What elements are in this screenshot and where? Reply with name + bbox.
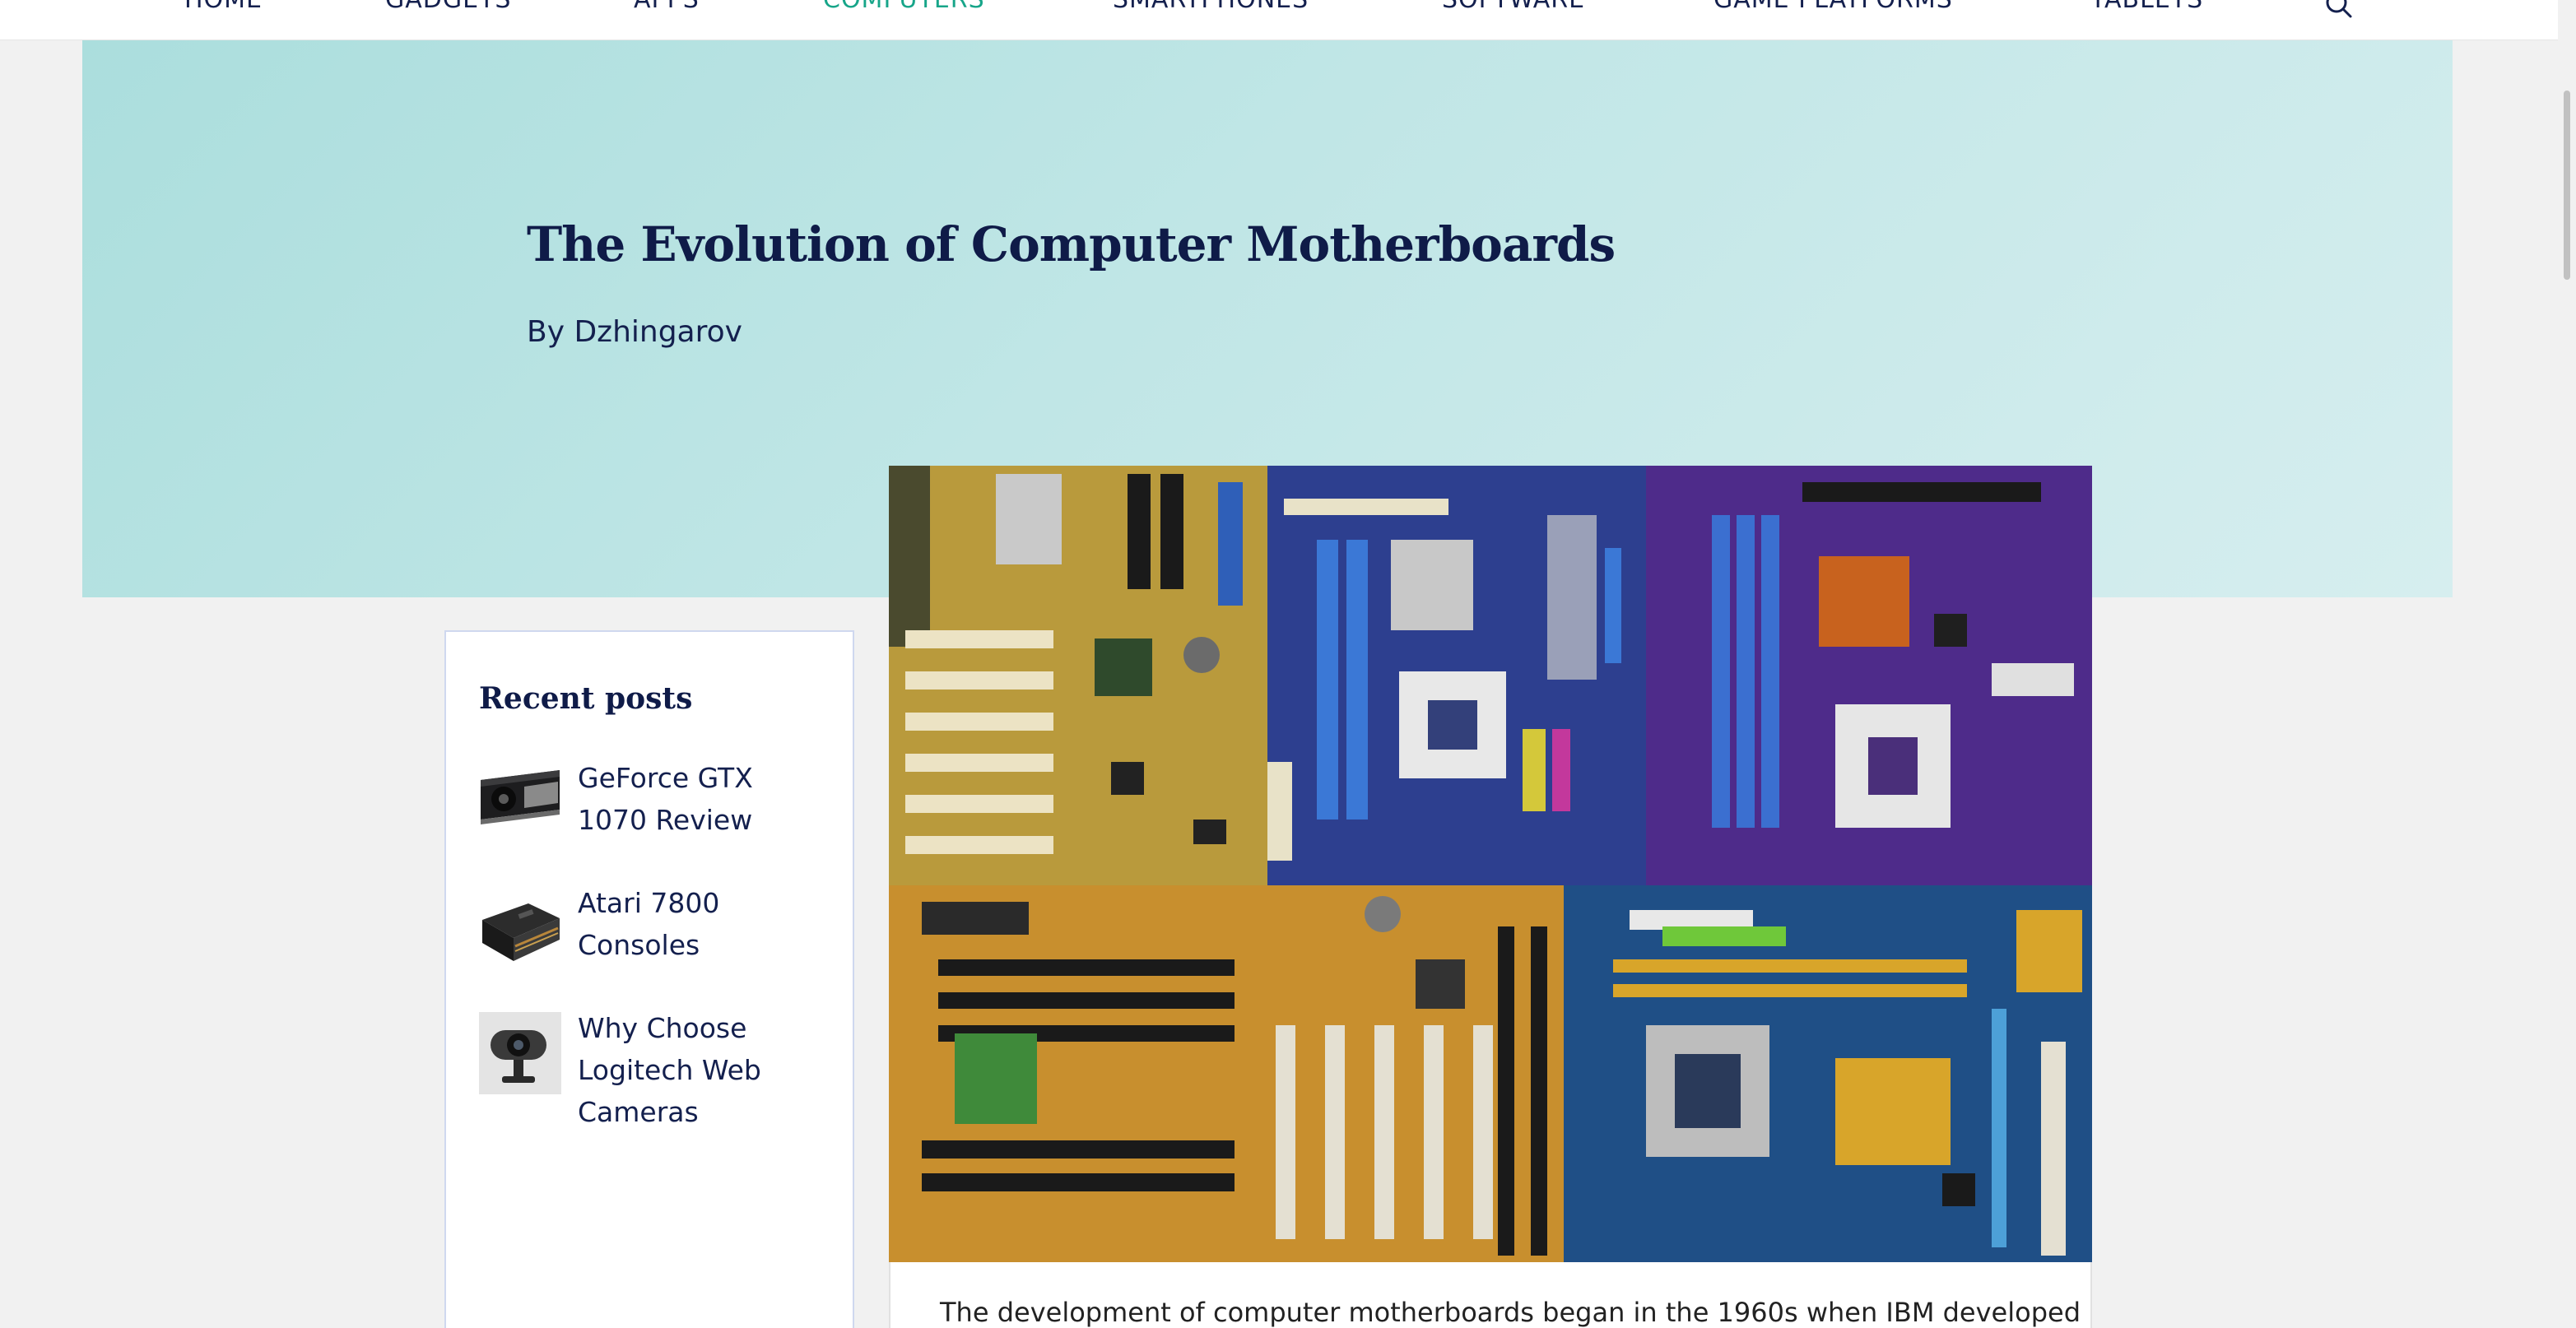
recent-posts-sidebar: Recent posts GeForce GTX 1070 Review Ata…: [444, 630, 854, 1328]
article-body: The development of computer motherboards…: [889, 1262, 2092, 1328]
top-navigation: HOME GADGETS APPS COMPUTERS SMARTPHONES …: [0, 0, 2558, 40]
nav-item-game-platforms[interactable]: GAME PLATFORMS: [1713, 0, 1953, 14]
page-scrollbar[interactable]: [2558, 0, 2576, 1328]
webcam-thumbnail[interactable]: [479, 1012, 561, 1094]
motherboards-collage-image: [889, 466, 2092, 1262]
page: HOME GADGETS APPS COMPUTERS SMARTPHONES …: [0, 0, 2576, 1328]
recent-post-link[interactable]: Atari 7800 Consoles: [578, 882, 825, 966]
recent-post-item[interactable]: Atari 7800 Consoles: [479, 882, 825, 973]
nav-item-gadgets[interactable]: GADGETS: [385, 0, 511, 14]
nav-item-tablets[interactable]: TABLETS: [2090, 0, 2203, 14]
search-icon[interactable]: [2323, 0, 2355, 21]
recent-post-link[interactable]: GeForce GTX 1070 Review: [578, 757, 825, 841]
post-byline: By Dzhingarov: [527, 315, 742, 349]
nav-item-computers[interactable]: COMPUTERS: [823, 0, 985, 14]
sidebar-title: Recent posts: [479, 681, 693, 716]
article-first-line: The development of computer motherboards…: [940, 1297, 2081, 1328]
nav-item-smartphones[interactable]: SMARTPHONES: [1113, 0, 1309, 14]
nav-item-apps[interactable]: APPS: [634, 0, 700, 14]
nav-item-home[interactable]: HOME: [184, 0, 263, 14]
recent-post-link[interactable]: Why Choose Logitech Web Cameras: [578, 1007, 825, 1133]
graphics-card-thumbnail[interactable]: [479, 762, 561, 844]
nav-item-software[interactable]: SOFTWARE: [1442, 0, 1585, 14]
recent-post-item[interactable]: GeForce GTX 1070 Review: [479, 757, 825, 847]
post-title: The Evolution of Computer Motherboards: [527, 216, 1616, 272]
game-console-thumbnail[interactable]: [479, 887, 561, 969]
recent-post-item[interactable]: Why Choose Logitech Web Cameras: [479, 1007, 825, 1139]
scrollbar-thumb[interactable]: [2564, 91, 2570, 280]
